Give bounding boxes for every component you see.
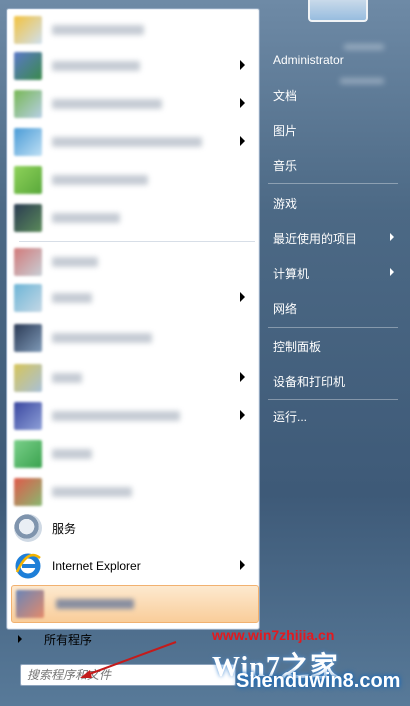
- right-item-documents[interactable]: 文档: [266, 81, 404, 109]
- right-item-computer[interactable]: 计算机: [266, 259, 404, 287]
- watermark-site: Shenduwin8.com: [236, 670, 401, 692]
- computer-label: 计算机: [273, 266, 310, 281]
- right-item-devices-printers[interactable]: 设备和打印机: [266, 367, 404, 395]
- gear-icon: [14, 514, 42, 542]
- expand-arrow-icon: [18, 635, 22, 643]
- documents-label: 文档: [273, 88, 298, 103]
- submenu-arrow-icon: [390, 268, 394, 276]
- recent-program-1[interactable]: [11, 125, 255, 159]
- blurred-app-icon: [14, 90, 42, 118]
- submenu-arrow-icon: [240, 292, 245, 302]
- pinned-program-3[interactable]: [11, 87, 255, 121]
- recent-program-8[interactable]: [11, 399, 255, 433]
- submenu-arrow-icon: [390, 233, 394, 241]
- separator: [268, 399, 398, 400]
- control-panel-label: 控制面板: [273, 339, 322, 354]
- blurred-app-icon: [14, 402, 42, 430]
- recent-items-label: 最近使用的项目: [273, 231, 358, 246]
- annotation-arrow-icon: [80, 641, 177, 678]
- user-avatar[interactable]: [308, 0, 368, 22]
- pinned-program-2[interactable]: [11, 49, 255, 83]
- blurred-label: [56, 599, 134, 609]
- recent-program-2[interactable]: [11, 163, 255, 197]
- watermark-url: www.win7zhijia.cn: [212, 627, 335, 643]
- submenu-arrow-icon: [240, 560, 245, 570]
- right-item-recent[interactable]: 最近使用的项目: [266, 224, 404, 252]
- submenu-arrow-icon: [240, 60, 245, 70]
- recent-program-7[interactable]: [11, 361, 255, 395]
- internet-explorer-icon: [15, 553, 41, 579]
- right-item-music[interactable]: 音乐: [266, 151, 404, 179]
- right-item-administrator[interactable]: Administrator: [266, 46, 404, 74]
- blurred-app-icon: [14, 440, 42, 468]
- services-label: 服务: [52, 521, 77, 536]
- separator: [19, 241, 255, 242]
- music-label: 音乐: [273, 158, 298, 173]
- blurred-app-icon: [14, 248, 42, 276]
- submenu-arrow-icon: [240, 372, 245, 382]
- devices-printers-label: 设备和打印机: [273, 374, 346, 389]
- start-menu-programs-pane: 服务 Internet Explorer: [6, 8, 260, 630]
- submenu-arrow-icon: [240, 98, 245, 108]
- submenu-arrow-icon: [240, 410, 245, 420]
- services-item[interactable]: 服务: [11, 511, 255, 545]
- recent-program-10[interactable]: [11, 475, 255, 509]
- blurred-app-icon: [14, 128, 42, 156]
- blurred-app-icon: [14, 204, 42, 232]
- right-item-network[interactable]: 网络: [266, 294, 404, 322]
- network-label: 网络: [273, 301, 298, 316]
- administrator-label: Administrator: [273, 53, 344, 67]
- run-label: 运行...: [273, 409, 308, 424]
- pictures-label: 图片: [273, 123, 298, 138]
- recent-program-5[interactable]: [11, 281, 255, 315]
- internet-explorer-label: Internet Explorer: [52, 559, 141, 573]
- blurred-app-icon: [14, 284, 42, 312]
- internet-explorer-item[interactable]: Internet Explorer: [11, 549, 255, 583]
- blurred-app-icon: [14, 364, 42, 392]
- blurred-app-icon: [14, 166, 42, 194]
- blurred-app-icon: [16, 590, 44, 618]
- right-item-pictures[interactable]: 图片: [266, 116, 404, 144]
- recent-program-4[interactable]: [11, 245, 255, 279]
- blurred-app-icon: [14, 478, 42, 506]
- recent-program-6[interactable]: [11, 321, 255, 355]
- recent-program-9[interactable]: [11, 437, 255, 471]
- submenu-arrow-icon: [240, 136, 245, 146]
- highlighted-program[interactable]: [11, 585, 259, 623]
- games-label: 游戏: [273, 196, 298, 211]
- blurred-app-icon: [14, 16, 42, 44]
- pinned-program-1[interactable]: [11, 13, 255, 47]
- right-item-run[interactable]: 运行...: [266, 402, 404, 430]
- blurred-app-icon: [14, 52, 42, 80]
- separator: [268, 183, 398, 184]
- right-item-control-panel[interactable]: 控制面板: [266, 332, 404, 360]
- right-item-games[interactable]: 游戏: [266, 189, 404, 217]
- blurred-app-icon: [14, 324, 42, 352]
- recent-program-3[interactable]: [11, 201, 255, 235]
- separator: [268, 327, 398, 328]
